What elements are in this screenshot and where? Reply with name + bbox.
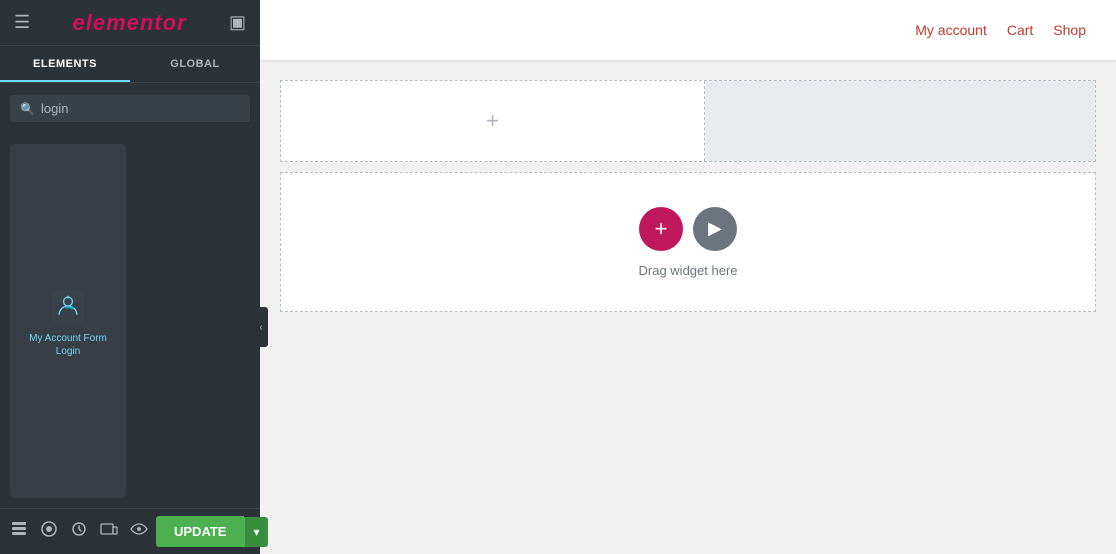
sidebar-header: ☰ elementor ▣ xyxy=(0,0,260,46)
drag-folder-button[interactable]: ▶ xyxy=(693,207,737,251)
widget-grid: My Account Form Login xyxy=(0,134,260,508)
canvas-inner: + + ▶ Drag widget here xyxy=(260,60,1116,554)
elementor-logo: elementor xyxy=(72,10,186,36)
canvas-col-left[interactable]: + xyxy=(281,81,705,161)
nav-link-cart[interactable]: Cart xyxy=(1007,22,1033,38)
canvas-section-empty: + ▶ Drag widget here xyxy=(280,172,1096,312)
widget-label-my-account: My Account Form Login xyxy=(18,332,118,358)
grid-icon[interactable]: ▣ xyxy=(229,12,246,33)
toolbar-icons xyxy=(10,520,148,543)
eye-icon[interactable] xyxy=(130,520,148,543)
canvas-area: + + ▶ Drag widget here xyxy=(260,60,1116,554)
app-container: ☰ elementor ▣ ELEMENTS GLOBAL 🔍 xyxy=(0,0,1116,554)
search-wrapper: 🔍 xyxy=(10,95,250,122)
add-section-button[interactable]: + xyxy=(479,107,507,135)
canvas-col-right xyxy=(705,81,1095,161)
chevron-left-icon: ‹ xyxy=(259,322,262,333)
account-form-icon xyxy=(50,288,86,324)
bottom-toolbar: UPDATE ▾ xyxy=(0,508,260,554)
hamburger-icon[interactable]: ☰ xyxy=(14,12,30,33)
drag-add-button[interactable]: + xyxy=(639,207,683,251)
drag-buttons: + ▶ xyxy=(639,207,737,251)
nav-link-shop[interactable]: Shop xyxy=(1053,22,1086,38)
update-dropdown-button[interactable]: ▾ xyxy=(244,517,267,547)
plus-circle-icon: + xyxy=(655,216,668,242)
sidebar: ☰ elementor ▣ ELEMENTS GLOBAL 🔍 xyxy=(0,0,260,554)
plus-icon: + xyxy=(486,108,499,134)
nav-link-my-account[interactable]: My account xyxy=(915,22,987,38)
tab-elements[interactable]: ELEMENTS xyxy=(0,46,130,82)
canvas-section-top: + xyxy=(280,80,1096,162)
search-icon: 🔍 xyxy=(20,102,35,116)
layers-icon[interactable] xyxy=(10,520,28,543)
site-header-nav: My account Cart Shop xyxy=(260,0,1116,60)
update-button-group: UPDATE ▾ xyxy=(156,516,268,547)
search-container: 🔍 xyxy=(0,83,260,134)
widget-my-account-form-login[interactable]: My Account Form Login xyxy=(10,144,126,498)
style-icon[interactable] xyxy=(40,520,58,543)
folder-icon: ▶ xyxy=(708,218,722,239)
collapse-sidebar-handle[interactable]: ‹ xyxy=(254,307,268,347)
search-input[interactable] xyxy=(41,101,240,116)
tab-global[interactable]: GLOBAL xyxy=(130,46,260,82)
drag-widget-text: Drag widget here xyxy=(639,263,738,278)
history-icon[interactable] xyxy=(70,520,88,543)
responsive-icon[interactable] xyxy=(100,520,118,543)
sidebar-tabs: ELEMENTS GLOBAL xyxy=(0,46,260,83)
update-button[interactable]: UPDATE xyxy=(156,516,244,547)
